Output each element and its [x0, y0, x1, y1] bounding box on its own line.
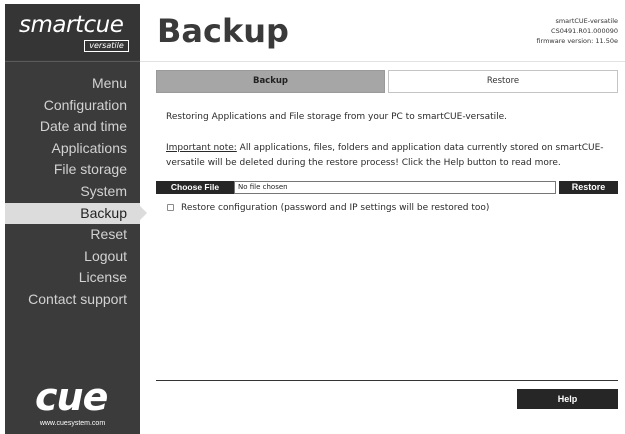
sidebar-item-logout[interactable]: Logout	[5, 246, 140, 268]
logo-wordmark: smartcue	[19, 12, 124, 38]
file-name-field[interactable]: No file chosen	[234, 181, 556, 194]
footer-divider	[156, 380, 618, 381]
sidebar-menu: Menu Configuration Date and time Applica…	[5, 73, 147, 311]
tab-restore[interactable]: Restore	[388, 70, 618, 93]
website-url: www.cuesystem.com	[39, 420, 106, 427]
sidebar: smartcue versatile Menu Configuration Da…	[5, 4, 147, 434]
help-button[interactable]: Help	[517, 389, 618, 409]
sidebar-item-applications[interactable]: Applications	[5, 138, 140, 160]
sidebar-item-configuration[interactable]: Configuration	[5, 95, 140, 117]
logo-smart-text: smart	[19, 12, 84, 38]
device-id: CS0491.R01.000090	[551, 27, 618, 35]
tab-backup[interactable]: Backup	[156, 70, 385, 93]
device-name: smartCUE-versatile	[555, 17, 618, 25]
restore-button[interactable]: Restore	[559, 181, 618, 194]
choose-file-button[interactable]: Choose File	[156, 181, 234, 194]
important-note: Important note: All applications, files,…	[166, 141, 621, 171]
firmware-version: firmware version: 11.50e	[536, 37, 618, 45]
restore-configuration-checkbox[interactable]	[167, 204, 174, 211]
logo-cue-text: cue	[83, 12, 124, 38]
sidebar-item-system[interactable]: System	[5, 181, 140, 203]
page-title: Backup	[157, 12, 289, 50]
sidebar-item-backup[interactable]: Backup	[5, 202, 147, 225]
sidebar-item-license[interactable]: License	[5, 267, 140, 289]
header-divider	[140, 61, 625, 62]
sidebar-item-file-storage[interactable]: File storage	[5, 159, 140, 181]
device-info: smartCUE-versatile CS0491.R01.000090 fir…	[536, 16, 618, 46]
sidebar-divider	[5, 61, 140, 62]
sidebar-item-reset[interactable]: Reset	[5, 224, 140, 246]
sidebar-item-contact-support[interactable]: Contact support	[5, 289, 140, 311]
restore-configuration-label: Restore configuration (password and IP s…	[181, 203, 490, 213]
restore-intro-text: Restoring Applications and File storage …	[166, 112, 508, 122]
sidebar-item-date-and-time[interactable]: Date and time	[5, 116, 140, 138]
important-note-label: Important note:	[166, 143, 237, 153]
sidebar-item-menu[interactable]: Menu	[5, 73, 140, 95]
cue-logo: cue	[35, 375, 108, 419]
main-panel: Backup smartCUE-versatile CS0491.R01.000…	[140, 4, 625, 434]
file-upload-row: Choose File No file chosen Restore	[156, 181, 618, 194]
logo-versatile-badge: versatile	[84, 40, 129, 52]
smartcue-logo: smartcue versatile	[5, 4, 140, 60]
